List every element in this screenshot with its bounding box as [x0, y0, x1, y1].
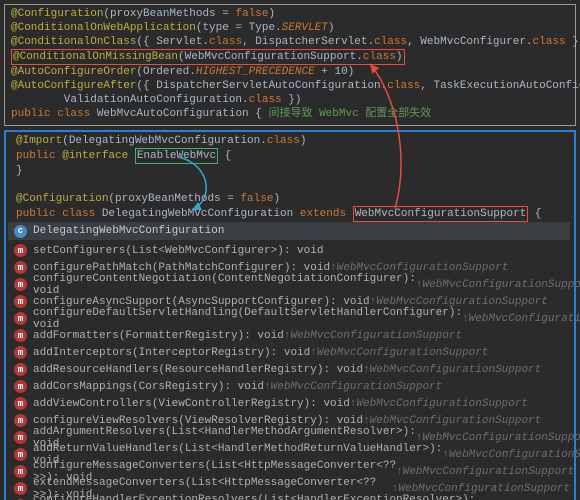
member-signature: addFormatters(FormatterRegistry): void [33, 330, 284, 342]
member-signature: addResourceHandlers(ResourceHandlerRegis… [33, 364, 363, 376]
structure-item[interactable]: mconfigureDefaultServletHandling(Default… [8, 310, 570, 327]
member-signature: configureDefaultServletHandling(DefaultS… [33, 307, 462, 331]
method-icon: m [14, 363, 27, 376]
member-owner: ↑WebMvcConfigurationSupport [310, 347, 488, 359]
structure-item[interactable]: m setConfigurers(List<WebMvcConfigurer>):… [8, 242, 570, 259]
structure-item[interactable]: m addViewControllers(ViewControllerRegist… [8, 395, 570, 412]
class-icon: c [14, 225, 27, 238]
method-icon: m [14, 244, 27, 257]
method-icon: m [14, 312, 27, 325]
member-signature: configureContentNegotiation(ContentNegot… [33, 273, 416, 297]
structure-item[interactable]: mconfigureContentNegotiation(ContentNego… [8, 276, 570, 293]
structure-item[interactable]: maddFormatters(FormatterRegistry): void … [8, 327, 570, 344]
method-icon: m [14, 448, 27, 461]
structure-item[interactable]: m addInterceptors(InterceptorRegistry): v… [8, 344, 570, 361]
member-owner: ↑WebMvcConfigurationSupport [396, 466, 574, 478]
member-signature: addCorsMappings(CorsRegistry): void [33, 381, 264, 393]
method-icon: m [14, 295, 27, 308]
member-owner: ↑WebMvcConfigurationSupport [416, 279, 580, 291]
structure-item[interactable]: m addCorsMappings(CorsRegistry): void ↑We… [8, 378, 570, 395]
member-signature: addViewControllers(ViewControllerRegistr… [33, 398, 350, 410]
method-icon: m [14, 346, 27, 359]
method-icon: m [14, 482, 27, 495]
member-owner: ↑WebMvcConfigurationSupport [462, 313, 580, 325]
highlight-missing-bean: @ConditionalOnMissingBean(WebMvcConfigur… [11, 49, 405, 65]
method-icon: m [14, 261, 27, 274]
code-block-autoconfig: @Configuration(proxyBeanMethods = false)… [4, 4, 576, 126]
highlight-config-support: WebMvcConfigurationSupport [353, 206, 529, 222]
member-signature: setConfigurers(List<WebMvcConfigurer>): … [33, 245, 323, 257]
member-owner: ↑WebMvcConfigurationSupport [350, 398, 528, 410]
member-owner: ↑WebMvcConfigurationSupport [363, 364, 541, 376]
structure-title: DelegatingWebMvcConfiguration [33, 225, 224, 237]
member-owner: ↑WebMvcConfigurationSupport [284, 330, 462, 342]
method-icon: m [14, 397, 27, 410]
method-icon: m [14, 329, 27, 342]
method-icon: m [14, 431, 27, 444]
method-icon: m [14, 465, 27, 478]
member-signature: configureHandlerExceptionResolvers(List<… [33, 494, 475, 500]
code-block-delegating: @Import(DelegatingWebMvcConfiguration.cl… [4, 130, 576, 500]
structure-header[interactable]: c DelegatingWebMvcConfiguration [8, 222, 570, 240]
method-icon: m [14, 278, 27, 291]
member-owner: ↑WebMvcConfigurationSupport [264, 381, 442, 393]
member-signature: addInterceptors(InterceptorRegistry): vo… [33, 347, 310, 359]
highlight-enable-webmvc: EnableWebMvc [135, 148, 218, 164]
structure-item[interactable]: m addResourceHandlers(ResourceHandlerRegi… [8, 361, 570, 378]
member-owner: ↑WebMvcConfigurationSupport [442, 449, 580, 461]
method-icon: m [14, 380, 27, 393]
structure-list: c DelegatingWebMvcConfiguration m setConf… [6, 222, 574, 500]
method-icon: m [14, 414, 27, 427]
